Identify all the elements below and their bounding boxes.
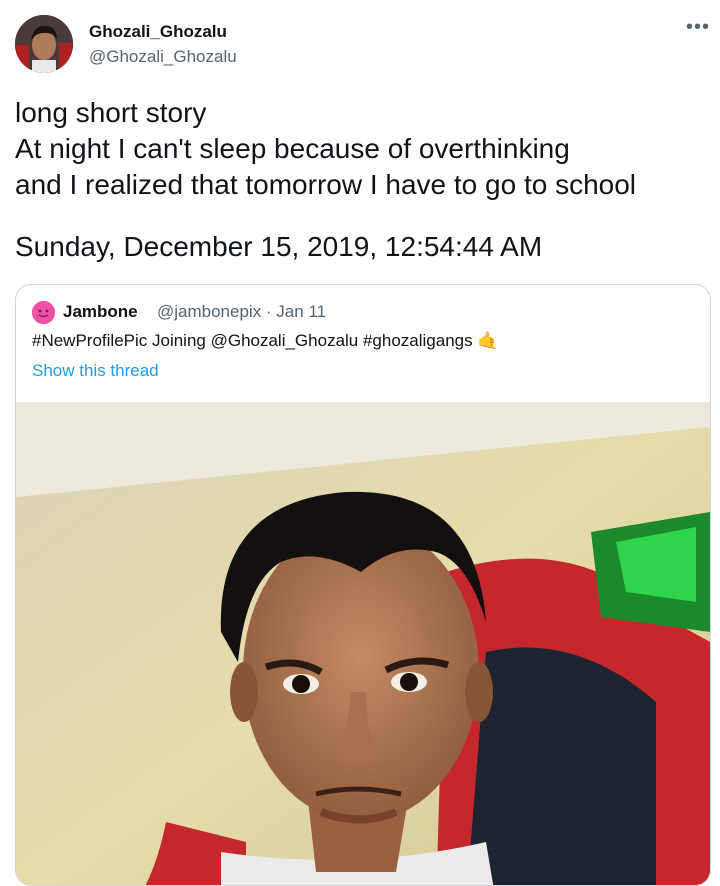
tweet-text-line: long short story [15, 97, 207, 128]
author-handle[interactable]: @Ghozali_Ghozalu [89, 47, 237, 67]
tweet-text-line: At night I can't sleep because of overth… [15, 133, 570, 164]
tweet-timestamp[interactable]: Sunday, December 15, 2019, 12:54:44 AM [15, 231, 542, 263]
quoted-author-meta: @jambonepix · Jan 11 [157, 302, 327, 321]
quoted-author-name[interactable]: Jambone [63, 302, 138, 322]
quoted-photo[interactable] [16, 402, 710, 885]
quoted-text-content: #NewProfilePic Joining @Ghozali_Ghozalu … [32, 331, 473, 350]
call-me-hand-emoji: 🤙 [477, 331, 499, 350]
tweet-text: long short story At night I can't sleep … [15, 95, 636, 203]
quoted-tweet[interactable]: Jambone @jambonepix · Jan 11 #NewProfile… [15, 284, 711, 886]
quoted-text: #NewProfilePic Joining @Ghozali_Ghozalu … [32, 331, 499, 351]
quoted-author-avatar[interactable] [32, 301, 55, 324]
tweet-text-line: and I realized that tomorrow I have to g… [15, 169, 637, 200]
author-avatar[interactable] [15, 15, 73, 73]
author-name[interactable]: Ghozali_Ghozalu [89, 22, 227, 42]
more-icon[interactable]: ••• [686, 17, 710, 37]
show-thread-link[interactable]: Show this thread [32, 361, 159, 381]
